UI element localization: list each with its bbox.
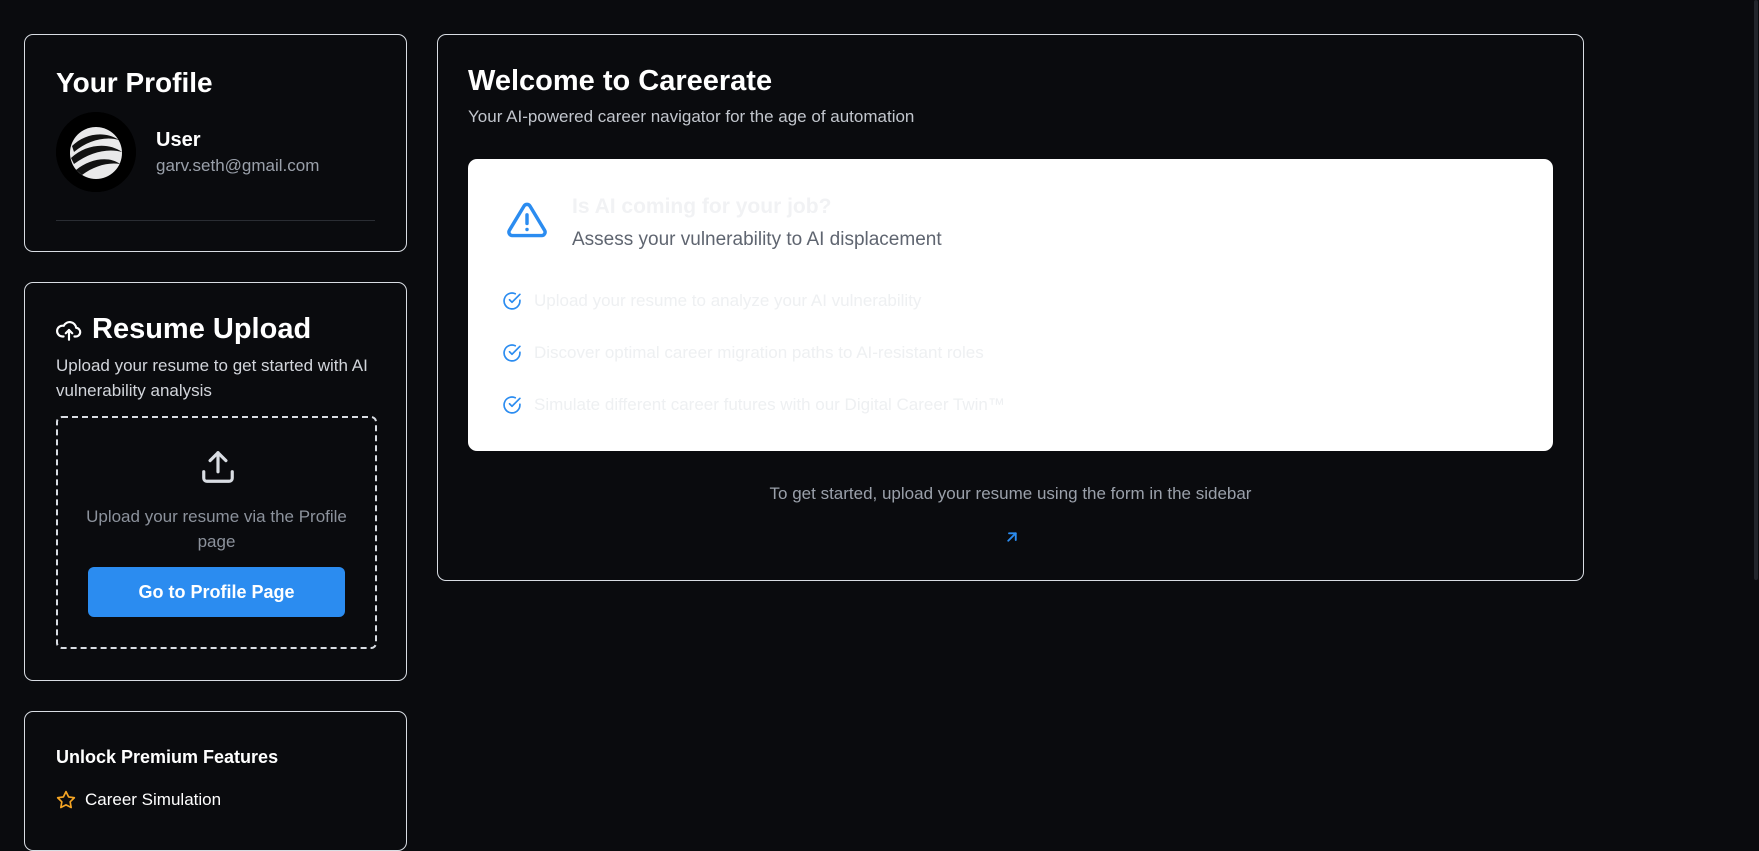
resume-dropzone[interactable]: Upload your resume via the Profile page … xyxy=(56,416,377,649)
profile-title: Your Profile xyxy=(56,67,213,98)
user-name: User xyxy=(156,129,201,151)
list-item: Upload your resume to analyze your AI vu… xyxy=(502,291,921,311)
welcome-card: Welcome to Careerate Your AI-powered car… xyxy=(437,34,1584,581)
welcome-subtitle: Your AI-powered career navigator for the… xyxy=(468,107,915,126)
resume-upload-card: Resume Upload Upload your resume to get … xyxy=(24,282,407,681)
cloud-upload-icon xyxy=(56,320,82,341)
premium-feature-career-simulation: Career Simulation xyxy=(56,790,221,810)
list-item-text: Simulate different career futures with o… xyxy=(534,395,1005,414)
check-circle-icon xyxy=(503,344,521,362)
upload-hint: Upload your resume via the Profile page xyxy=(86,507,347,551)
check-circle-icon xyxy=(503,396,521,414)
welcome-title: Welcome to Careerate xyxy=(468,65,773,97)
page-scrollbar[interactable] xyxy=(1753,0,1759,811)
arrow-up-right-icon xyxy=(1007,532,1017,542)
resume-upload-description: Upload your resume to get started with A… xyxy=(56,356,368,400)
list-item-text: Upload your resume to analyze your AI vu… xyxy=(534,291,922,310)
scrollbar-thumb[interactable] xyxy=(1754,0,1758,580)
getting-started-text: To get started, upload your resume using… xyxy=(769,484,1252,503)
avatar[interactable] xyxy=(56,112,136,192)
upload-icon xyxy=(202,451,234,483)
star-icon xyxy=(56,790,76,809)
ai-vulnerability-panel: Is AI coming for your job? Assess your v… xyxy=(468,159,1553,451)
list-item-text: Discover optimal career migration paths … xyxy=(534,343,984,362)
resume-upload-header: Resume Upload xyxy=(56,313,311,346)
user-email: garv.seth@gmail.com xyxy=(156,156,320,175)
warning-triangle-icon xyxy=(507,202,547,238)
go-to-profile-button[interactable]: Go to Profile Page xyxy=(88,567,345,617)
list-item: Simulate different career futures with o… xyxy=(502,395,1005,415)
resume-upload-title: Resume Upload xyxy=(92,313,312,345)
premium-title: Unlock Premium Features xyxy=(56,747,279,767)
premium-features-card: Unlock Premium Features Career Simulatio… xyxy=(24,711,407,851)
profile-divider xyxy=(56,220,375,221)
swirl-logo-icon xyxy=(56,112,136,192)
hero-title: Is AI coming for your job? xyxy=(572,195,832,218)
list-item: Discover optimal career migration paths … xyxy=(502,343,984,363)
hero-subtitle: Assess your vulnerability to AI displace… xyxy=(572,229,942,250)
premium-feature-label: Career Simulation xyxy=(85,790,222,809)
profile-card: Your Profile User garv.seth@gmail.com xyxy=(24,34,407,252)
check-circle-icon xyxy=(503,292,521,310)
